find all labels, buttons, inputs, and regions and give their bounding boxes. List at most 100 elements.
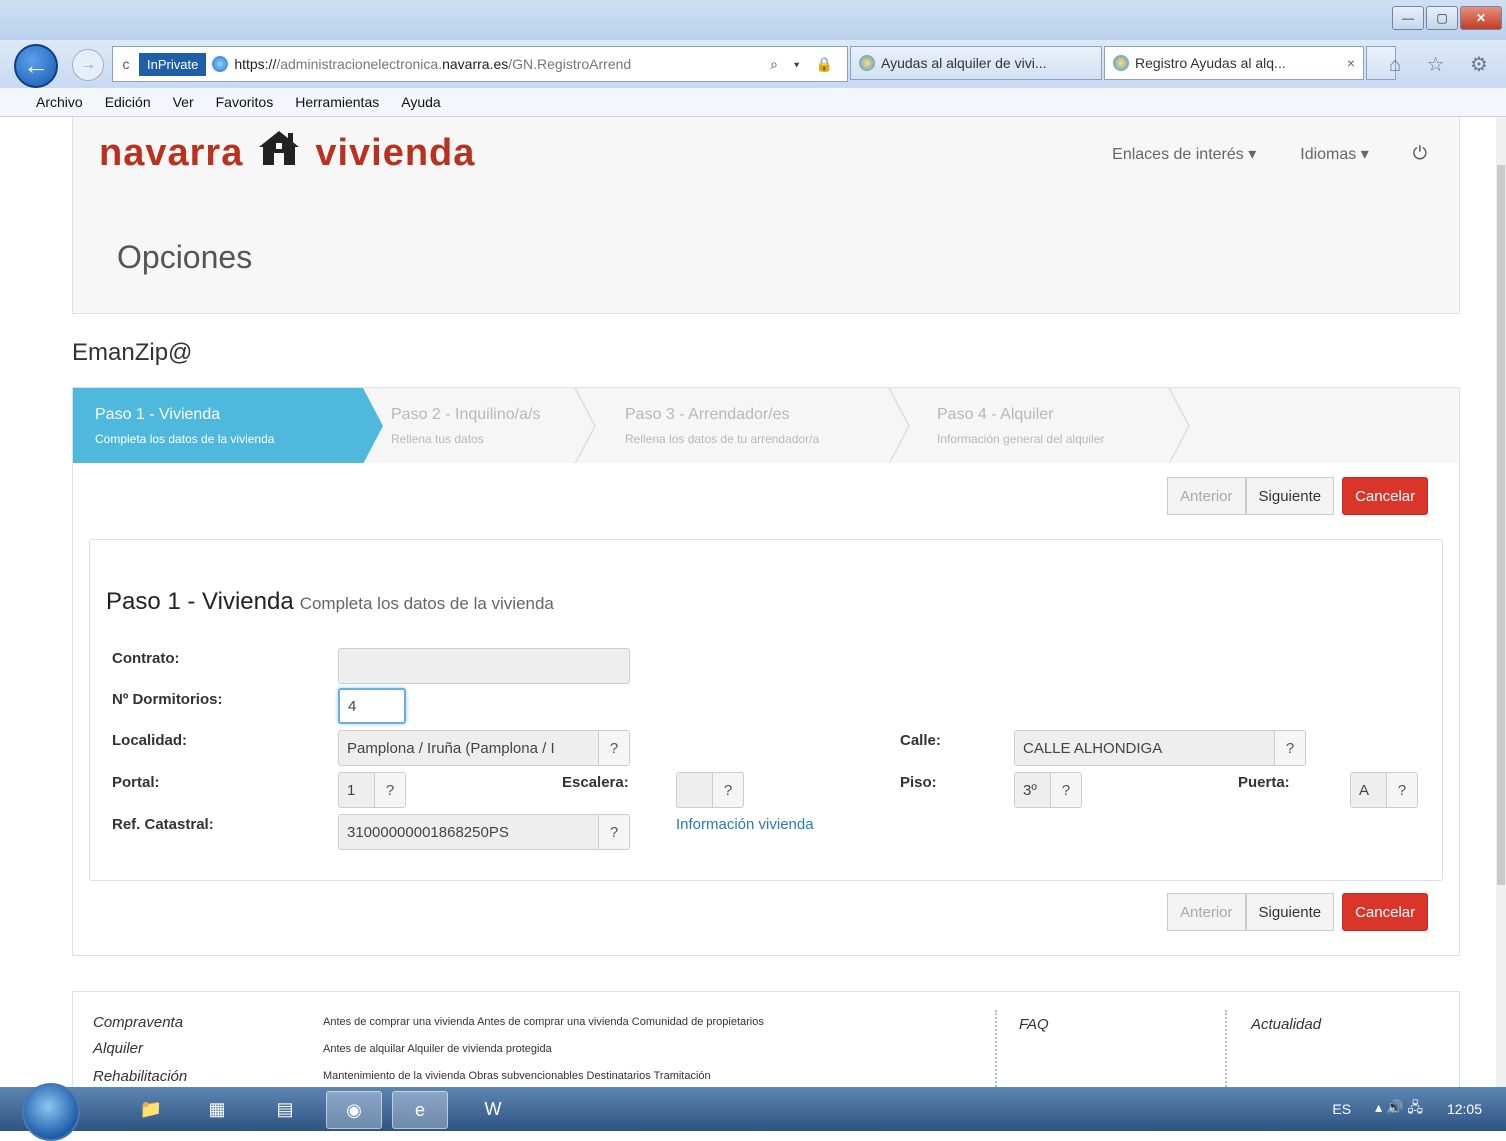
scrollbar-thumb[interactable] xyxy=(1497,165,1505,885)
logo-text-navarra: navarra xyxy=(99,131,244,174)
footer-desc-alquiler[interactable]: Antes de alquilar Alquiler de vivienda p… xyxy=(323,1043,552,1055)
address-bar-icons[interactable]: ⌕ ▾ 🔒 xyxy=(770,56,839,73)
taskbar-word[interactable]: W xyxy=(466,1091,520,1127)
ie-tab-icon xyxy=(1113,55,1129,71)
window-titlebar: — ▢ ✕ xyxy=(0,0,1506,40)
browser-navbar: ← → c InPrivate https:///administracione… xyxy=(0,40,1506,89)
ref-catastral-value: 31000000001868250PS xyxy=(347,823,509,841)
cancelar-button[interactable]: Cancelar xyxy=(1342,477,1429,515)
tray-icons[interactable]: ▴ 🔊 🖧 xyxy=(1375,1097,1423,1121)
siguiente-button[interactable]: Siguiente xyxy=(1245,477,1335,515)
step-subtitle: Completa los datos de la vivienda xyxy=(95,432,275,446)
contrato-label: Contrato: xyxy=(112,650,180,667)
bottom-button-group: Anterior Siguiente Cancelar xyxy=(1167,893,1429,931)
step-subtitle: Información general del alquiler xyxy=(937,432,1105,446)
siguiente-button[interactable]: Siguiente xyxy=(1245,893,1335,931)
puerta-help-button[interactable]: ? xyxy=(1386,773,1417,807)
tab-ayudas-alquiler[interactable]: Ayudas al alquiler de vivi... xyxy=(850,46,1102,80)
language-indicator[interactable]: ES xyxy=(1332,1101,1351,1117)
windows-taskbar: 📁 ▦ ▤ ◉ e W ES ▴ 🔊 🖧 12:05 xyxy=(0,1083,1506,1141)
step-4-alquiler[interactable]: Paso 4 - Alquiler Información general de… xyxy=(915,388,1175,464)
minimize-button[interactable]: — xyxy=(1392,6,1424,30)
taskbar-app-2[interactable]: ▦ xyxy=(190,1091,244,1127)
menu-ver[interactable]: Ver xyxy=(173,94,194,110)
menu-edicion[interactable]: Edición xyxy=(105,94,151,110)
site-logo[interactable]: navarra vivienda xyxy=(99,129,475,177)
top-button-group: Anterior Siguiente Cancelar xyxy=(1167,477,1429,515)
piso-value: 3º xyxy=(1023,781,1037,799)
footer-link-compraventa[interactable]: Compraventa xyxy=(93,1014,183,1031)
calle-label: Calle: xyxy=(900,732,941,749)
enlaces-interes-dropdown[interactable]: Enlaces de interés ▾ xyxy=(1112,144,1256,164)
contrato-field xyxy=(338,648,630,684)
close-tab-icon[interactable]: × xyxy=(1347,55,1355,71)
ie-tab-icon xyxy=(859,55,875,71)
piso-help-button[interactable]: ? xyxy=(1050,773,1081,807)
footer-faq-link[interactable]: FAQ xyxy=(1019,1016,1049,1033)
system-tray: ES ▴ 🔊 🖧 12:05 xyxy=(1332,1087,1506,1131)
footer-link-rehabilitacion[interactable]: Rehabilitación xyxy=(93,1068,187,1085)
portal-help-button[interactable]: ? xyxy=(374,773,405,807)
opciones-heading[interactable]: Opciones xyxy=(117,239,252,276)
forward-button[interactable]: → xyxy=(72,49,104,81)
step-1-vivienda[interactable]: Paso 1 - Vivienda Completa los datos de … xyxy=(73,388,383,464)
tab-label: Ayudas al alquiler de vivi... xyxy=(881,55,1047,71)
piso-field: 3º? xyxy=(1014,772,1082,808)
step-separator xyxy=(574,388,596,464)
refresh-icon[interactable]: c xyxy=(113,56,139,72)
portal-value: 1 xyxy=(347,781,356,799)
escalera-label: Escalera: xyxy=(562,774,629,791)
step-2-inquilinos[interactable]: Paso 2 - Inquilino/a/s Rellena tus datos xyxy=(369,388,579,464)
menu-favoritos[interactable]: Favoritos xyxy=(216,94,274,110)
footer-link-alquiler[interactable]: Alquiler xyxy=(93,1040,143,1057)
menu-archivo[interactable]: Archivo xyxy=(36,94,83,110)
ref-catastral-help-button[interactable]: ? xyxy=(598,815,629,849)
footer-actualidad-link[interactable]: Actualidad xyxy=(1251,1016,1321,1033)
escalera-help-button[interactable]: ? xyxy=(712,773,743,807)
form-title-main: Paso 1 - Vivienda xyxy=(106,588,294,615)
ref-catastral-label: Ref. Catastral: xyxy=(112,816,214,833)
step-title: Paso 3 - Arrendador/es xyxy=(625,406,790,423)
tab-registro-ayudas[interactable]: Registro Ayudas al alq... × xyxy=(1104,46,1364,80)
page-scrollbar[interactable] xyxy=(1496,117,1506,1087)
address-bar[interactable]: c InPrivate https:///administracionelect… xyxy=(112,46,848,82)
menu-ayuda[interactable]: Ayuda xyxy=(401,94,440,110)
taskbar-ie[interactable]: e xyxy=(392,1091,448,1129)
maximize-button[interactable]: ▢ xyxy=(1426,6,1458,30)
anterior-button[interactable]: Anterior xyxy=(1167,893,1246,931)
close-window-button[interactable]: ✕ xyxy=(1460,6,1502,30)
back-button[interactable]: ← xyxy=(14,44,58,88)
url-path: /GN.RegistroArrend xyxy=(508,56,632,72)
page-content: navarra vivienda Enlaces de interés ▾ Id… xyxy=(0,117,1496,1103)
clock[interactable]: 12:05 xyxy=(1447,1101,1482,1117)
localidad-help-button[interactable]: ? xyxy=(598,731,629,765)
menu-herramientas[interactable]: Herramientas xyxy=(295,94,379,110)
taskbar-explorer[interactable]: 📁 xyxy=(124,1091,178,1127)
step-3-arrendadores[interactable]: Paso 3 - Arrendador/es Rellena los datos… xyxy=(603,388,893,464)
puerta-value: A xyxy=(1359,781,1370,799)
form-title-sub: Completa los datos de la vivienda xyxy=(299,594,554,613)
dormitorios-input[interactable]: 4 xyxy=(338,688,406,724)
taskbar-app-4[interactable]: ◉ xyxy=(326,1091,382,1129)
form-title: Paso 1 - Vivienda Completa los datos de l… xyxy=(106,588,554,616)
footer-desc-rehabilitacion[interactable]: Mantenimiento de la vivienda Obras subve… xyxy=(323,1070,711,1082)
url-text[interactable]: https:///administracionelectronica.navar… xyxy=(234,56,754,72)
localidad-value: Pamplona / Iruña (Pamplona / I xyxy=(347,739,555,757)
idiomas-dropdown[interactable]: Idiomas ▾ xyxy=(1300,144,1369,164)
portal-field: 1? xyxy=(338,772,406,808)
cancelar-button[interactable]: Cancelar xyxy=(1342,893,1429,931)
calle-help-button[interactable]: ? xyxy=(1274,731,1305,765)
taskbar-app-3[interactable]: ▤ xyxy=(258,1091,312,1127)
start-button[interactable] xyxy=(22,1083,80,1141)
step-separator xyxy=(1168,388,1190,464)
power-icon[interactable]: ⏻ xyxy=(1413,143,1427,164)
calle-field: CALLE ALHONDIGA? xyxy=(1014,730,1306,766)
inprivate-badge: InPrivate xyxy=(139,52,207,76)
puerta-field: A? xyxy=(1350,772,1418,808)
footer-desc-compraventa[interactable]: Antes de comprar una vivienda Antes de c… xyxy=(323,1016,764,1028)
footer-divider xyxy=(995,1010,997,1090)
localidad-label: Localidad: xyxy=(112,732,188,749)
anterior-button[interactable]: Anterior xyxy=(1167,477,1246,515)
browser-toolbar-icons[interactable]: ⌂ ☆ ⚙ xyxy=(1389,52,1498,77)
informacion-vivienda-link[interactable]: Información vivienda xyxy=(676,816,814,833)
